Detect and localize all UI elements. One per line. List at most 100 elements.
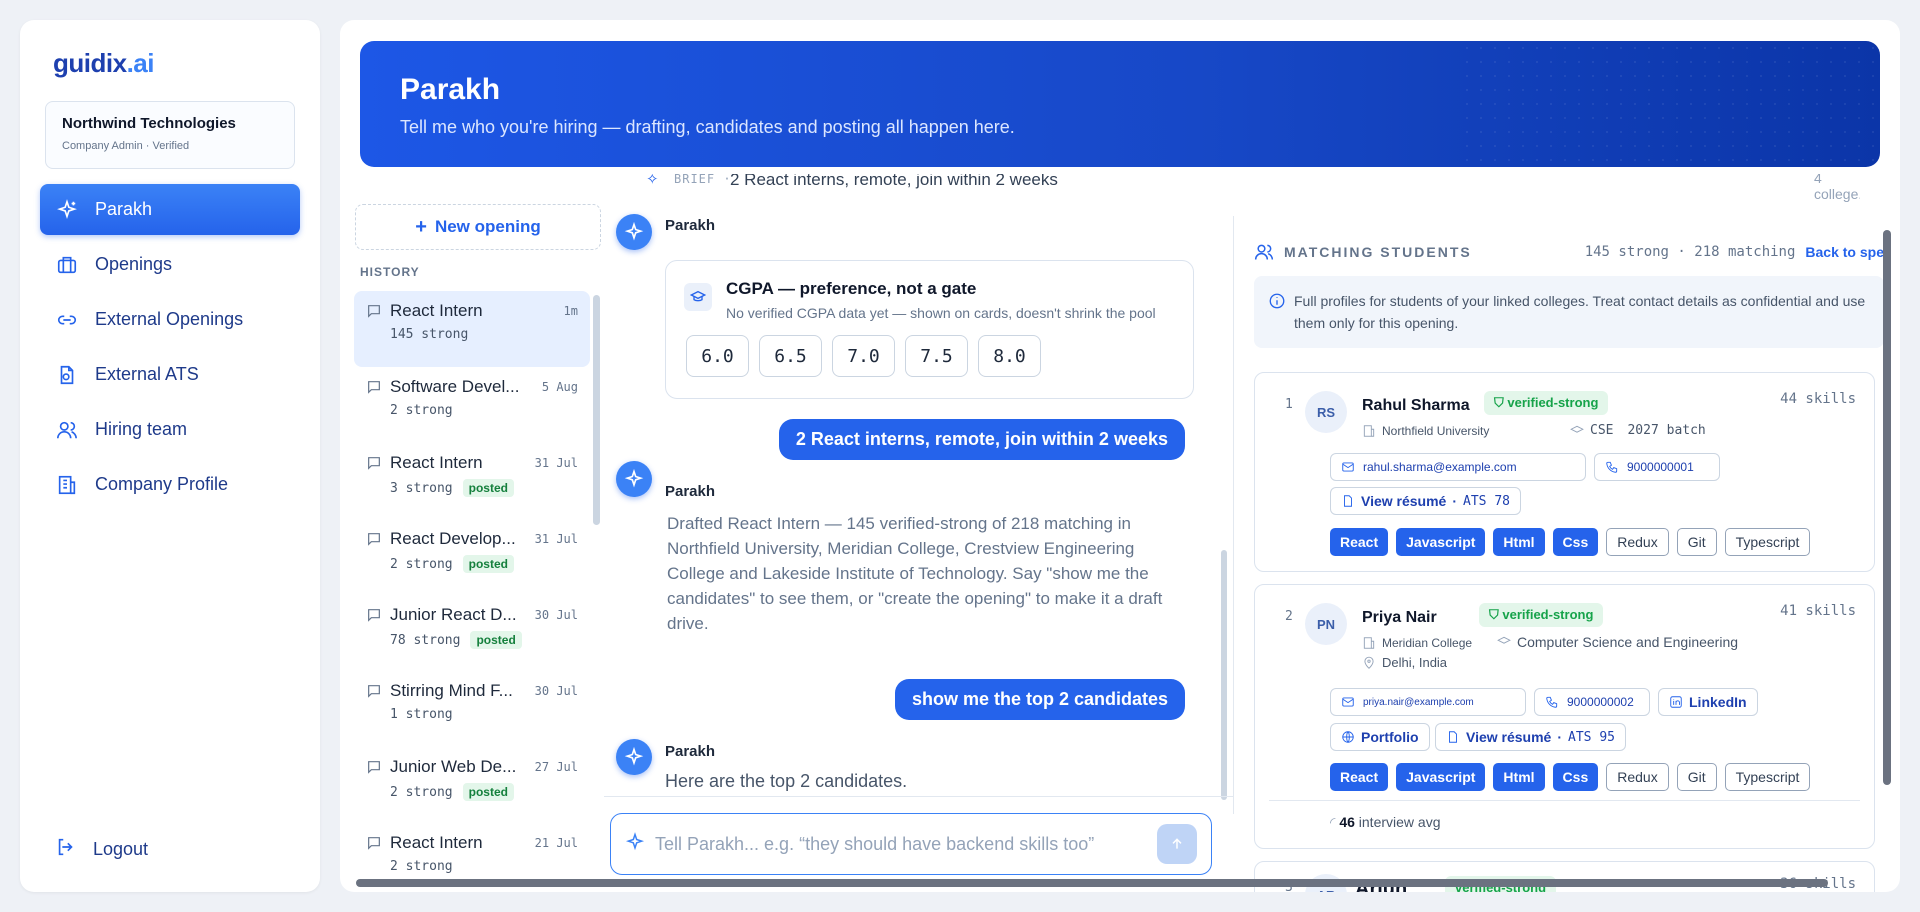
nav-item-openings[interactable]: Openings bbox=[40, 239, 300, 290]
nav-label: Parakh bbox=[95, 199, 153, 219]
skill-tags: React Javascript Html Css Redux Git Type… bbox=[1330, 763, 1811, 791]
back-to-spec-link[interactable]: Back to spe bbox=[1805, 244, 1884, 260]
brief-label: BRIEF · bbox=[674, 174, 732, 186]
skill-tag: Redux bbox=[1606, 763, 1669, 791]
view-resume-button[interactable]: View résumé · ATS 95 bbox=[1435, 723, 1626, 751]
email-field[interactable]: rahul.sharma@example.com bbox=[1330, 453, 1586, 481]
document-icon bbox=[55, 363, 79, 387]
history-item[interactable]: React Develop... 31 Jul 2 strong posted bbox=[354, 519, 590, 595]
skill-tag: Css bbox=[1552, 763, 1599, 791]
history-title: React Intern bbox=[390, 301, 483, 320]
sparkle-icon bbox=[625, 831, 645, 857]
parakh-avatar bbox=[616, 461, 652, 497]
shield-check-icon: ⛉ bbox=[1489, 607, 1503, 622]
student-name[interactable]: Rahul Sharma bbox=[1362, 397, 1470, 415]
history-item[interactable]: Junior Web De... 27 Jul 2 strong posted bbox=[354, 747, 590, 823]
brief-bar: ✧ BRIEF · 2 React interns, remote, join … bbox=[604, 174, 1860, 216]
posted-badge: posted bbox=[462, 783, 514, 801]
history-title: React Intern bbox=[390, 833, 483, 852]
chat-input[interactable] bbox=[655, 833, 1157, 855]
skill-tags: React Javascript Html Css Redux Git Type… bbox=[1330, 528, 1811, 556]
history-count: 145 strong bbox=[390, 327, 469, 342]
nav-label: External Openings bbox=[95, 309, 244, 329]
nav-item-company-profile[interactable]: Company Profile bbox=[40, 459, 300, 510]
location: Delhi, India bbox=[1362, 655, 1447, 670]
history-item[interactable]: Stirring Mind F... 30 Jul 1 strong bbox=[354, 671, 590, 747]
branch-name: CSE bbox=[1590, 423, 1614, 438]
linkedin-button[interactable]: LinkedIn bbox=[1658, 688, 1758, 716]
nav-item-external-ats[interactable]: External ATS bbox=[40, 349, 300, 400]
phone-value: 9000000001 bbox=[1627, 460, 1694, 474]
student-card[interactable]: 2 PN Priya Nair ⛉ verified-strong 41 ski… bbox=[1254, 584, 1875, 849]
brand-logo[interactable]: guidix.ai bbox=[53, 48, 154, 79]
ats-score: ATS 78 bbox=[1463, 493, 1510, 509]
scroll-thumb[interactable] bbox=[356, 879, 1828, 887]
interview-score: 46 bbox=[1339, 814, 1355, 830]
building-icon bbox=[1363, 425, 1375, 437]
cgpa-option[interactable]: 6.5 bbox=[759, 335, 822, 377]
company-card: Northwind Technologies Company Admin · V… bbox=[45, 101, 295, 169]
linkedin-label: LinkedIn bbox=[1689, 694, 1747, 710]
logo-text: guidix bbox=[53, 48, 127, 78]
portfolio-button[interactable]: Portfolio bbox=[1330, 723, 1430, 751]
history-title: Junior React D... bbox=[390, 605, 517, 624]
history-scrollbar[interactable] bbox=[593, 295, 600, 525]
new-opening-button[interactable]: + New opening bbox=[355, 204, 601, 250]
send-button[interactable] bbox=[1157, 824, 1197, 864]
posted-badge: posted bbox=[462, 555, 514, 573]
cgpa-subtitle: No verified CGPA data yet — shown on car… bbox=[726, 305, 1156, 321]
horizontal-scrollbar[interactable] bbox=[342, 876, 1878, 888]
skill-tag: Git bbox=[1676, 528, 1717, 556]
linkedin-icon bbox=[1670, 696, 1682, 708]
nav-label: Hiring team bbox=[95, 419, 188, 439]
branch: CSE 2027 batch bbox=[1570, 423, 1706, 438]
skill-tag: Html bbox=[1493, 763, 1545, 791]
students-label: MATCHING STUDENTS bbox=[1284, 244, 1472, 260]
resume-label: View résumé bbox=[1361, 493, 1447, 509]
nav-item-external-openings[interactable]: External Openings bbox=[40, 294, 300, 345]
branch: Computer Science and Engineering bbox=[1497, 634, 1738, 650]
cgpa-option[interactable]: 7.0 bbox=[832, 335, 895, 377]
nav-item-hiring-team[interactable]: Hiring team bbox=[40, 404, 300, 455]
matching-students-header: MATCHING STUDENTS 145 strong · 218 match… bbox=[1254, 242, 1884, 262]
history-item[interactable]: React Intern 1m 145 strong bbox=[354, 291, 590, 367]
sidebar: guidix.ai Northwind Technologies Company… bbox=[20, 20, 320, 892]
skill-tag: Redux bbox=[1606, 528, 1669, 556]
hero-banner: Parakh Tell me who you're hiring — draft… bbox=[360, 41, 1880, 167]
history-item[interactable]: React Intern 31 Jul 3 strong posted bbox=[354, 443, 590, 519]
sparkle-icon bbox=[624, 222, 644, 241]
nav-item-parakh[interactable]: Parakh bbox=[40, 184, 300, 235]
skill-tag: Typescript bbox=[1724, 763, 1811, 791]
student-name[interactable]: Priya Nair bbox=[1362, 609, 1437, 627]
ai-name: Parakh bbox=[665, 217, 716, 234]
user-message: 2 React interns, remote, join within 2 w… bbox=[778, 419, 1185, 460]
history-item[interactable]: Junior React D... 30 Jul 78 strong posted bbox=[354, 595, 590, 671]
history-date: 27 Jul bbox=[534, 760, 578, 774]
history-count: 1 strong bbox=[390, 707, 453, 722]
new-opening-label: New opening bbox=[434, 217, 541, 236]
history-item[interactable]: Software Devel... 5 Aug 2 strong bbox=[354, 367, 590, 443]
cgpa-option[interactable]: 6.0 bbox=[686, 335, 749, 377]
cgpa-option[interactable]: 7.5 bbox=[905, 335, 968, 377]
ai-name: Parakh bbox=[665, 743, 716, 760]
cgpa-option[interactable]: 8.0 bbox=[978, 335, 1041, 377]
college-name: Meridian College bbox=[1382, 636, 1473, 650]
view-resume-button[interactable]: View résumé · ATS 78 bbox=[1330, 487, 1521, 515]
ai-message: Here are the top 2 candidates. bbox=[665, 771, 908, 791]
students-scrollbar[interactable] bbox=[1881, 210, 1893, 890]
history-count: 2 strong bbox=[390, 784, 453, 800]
briefcase-icon bbox=[55, 253, 79, 277]
column-divider bbox=[1233, 216, 1234, 814]
phone-field[interactable]: 9000000002 bbox=[1534, 688, 1650, 716]
building-icon bbox=[55, 473, 79, 497]
student-card[interactable]: 1 RS Rahul Sharma ⛉ verified-strong 44 s… bbox=[1254, 372, 1875, 572]
skill-tag: React bbox=[1330, 763, 1389, 791]
posted-badge: posted bbox=[462, 479, 514, 497]
scroll-thumb[interactable] bbox=[1883, 230, 1891, 785]
logout-button[interactable]: Logout bbox=[55, 836, 148, 863]
email-field[interactable]: priya.nair@example.com bbox=[1330, 688, 1526, 716]
phone-field[interactable]: 9000000001 bbox=[1594, 453, 1720, 481]
phone-icon bbox=[1546, 696, 1558, 708]
history-date: 21 Jul bbox=[534, 836, 578, 850]
chat-scrollbar[interactable] bbox=[1221, 550, 1227, 800]
